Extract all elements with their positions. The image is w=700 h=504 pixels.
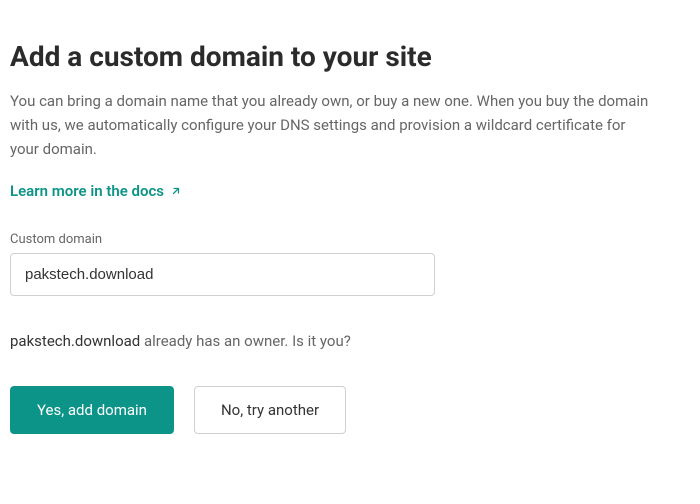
yes-add-domain-button[interactable]: Yes, add domain	[10, 386, 174, 434]
status-message-text: already has an owner. Is it you?	[140, 332, 351, 350]
custom-domain-input[interactable]	[10, 253, 435, 296]
domain-field-label: Custom domain	[10, 232, 690, 247]
action-buttons: Yes, add domain No, try another	[10, 386, 690, 434]
domain-ownership-status: pakstech.download already has an owner. …	[10, 332, 690, 350]
page-title: Add a custom domain to your site	[10, 40, 690, 73]
no-try-another-button[interactable]: No, try another	[194, 386, 346, 434]
status-domain-name: pakstech.download	[10, 332, 140, 350]
learn-more-label: Learn more in the docs	[10, 182, 164, 200]
external-link-icon	[170, 185, 182, 197]
learn-more-link[interactable]: Learn more in the docs	[10, 182, 182, 200]
page-description: You can bring a domain name that you alr…	[10, 89, 650, 161]
